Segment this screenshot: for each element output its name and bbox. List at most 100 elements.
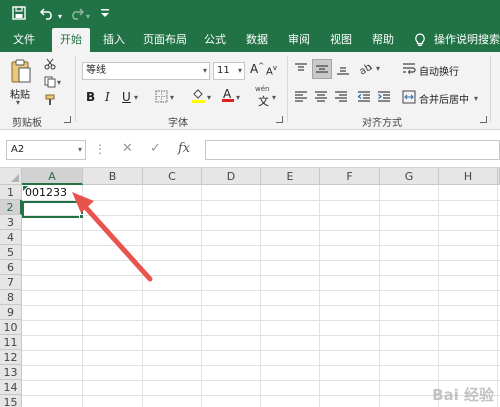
row-header-13[interactable]: 13 [0,365,22,380]
tab-data[interactable]: 数据 [240,28,274,52]
increase-indent-icon[interactable] [377,90,391,107]
tab-file[interactable]: 文件 [6,28,42,52]
tab-page-layout[interactable]: 页面布局 [138,28,192,52]
bold-icon[interactable]: B [86,90,95,104]
font-size-combo[interactable]: 11 ▾ [213,62,245,80]
font-color-dropdown-icon[interactable]: ▾ [236,93,240,102]
format-painter-icon[interactable] [44,94,56,109]
alignment-launcher-icon[interactable] [480,116,487,123]
italic-icon[interactable]: I [105,90,110,104]
row-header-8[interactable]: 8 [0,290,22,305]
tab-home[interactable]: 开始 [52,28,90,52]
undo-dropdown-icon[interactable]: ▾ [58,9,62,25]
borders-icon[interactable] [155,90,168,106]
gridline [22,335,500,336]
font-name-dropdown-icon[interactable]: ▾ [203,63,207,79]
column-header-e[interactable]: E [261,168,320,185]
row-header-9[interactable]: 9 [0,305,22,320]
bottom-align-icon[interactable] [336,62,350,79]
row-header-6[interactable]: 6 [0,260,22,275]
font-color-icon[interactable]: A [221,87,235,106]
top-align-icon[interactable] [294,62,308,79]
merge-center-label[interactable]: 合并后居中 [419,91,469,106]
group-divider [75,56,76,122]
tab-insert[interactable]: 插入 [96,28,132,52]
save-icon[interactable] [12,6,26,24]
insert-function-icon[interactable]: fx [178,142,190,156]
underline-icon[interactable]: U [122,90,131,104]
formula-bar-grip-icon[interactable]: ⋮ [94,143,106,155]
worksheet-grid[interactable]: A B C D E F G H 1 2 3 4 5 6 7 8 9 10 11 … [0,168,500,407]
decrease-indent-icon[interactable] [357,90,371,107]
customize-icon[interactable] [100,8,110,24]
fill-color-dropdown-icon[interactable]: ▾ [207,93,211,102]
name-box[interactable]: A2 ▾ [6,140,86,160]
gridline [22,365,500,366]
column-header-d[interactable]: D [202,168,261,185]
phonetic-guide-icon[interactable]: 文 [258,93,269,109]
align-right-icon[interactable] [334,90,348,107]
gridline [22,350,500,351]
group-divider [490,56,491,122]
confirm-entry-icon[interactable]: ✓ [150,142,161,156]
font-size-dropdown-icon[interactable]: ▾ [238,63,242,79]
font-launcher-icon[interactable] [276,116,283,123]
row-header-11[interactable]: 11 [0,335,22,350]
row-header-4[interactable]: 4 [0,230,22,245]
row-header-15[interactable]: 15 [0,395,22,407]
row-header-2[interactable]: 2 [0,200,22,215]
wrap-text-label[interactable]: 自动换行 [419,63,459,78]
column-header-f[interactable]: F [320,168,380,185]
font-name-combo[interactable]: 等线 ▾ [82,62,210,80]
name-box-value: A2 [11,144,25,155]
gridline [22,380,500,381]
align-center-icon[interactable] [314,90,328,107]
underline-dropdown-icon[interactable]: ▾ [134,93,138,102]
orientation-dropdown-icon[interactable]: ▾ [376,64,380,73]
paste-icon[interactable] [10,58,32,87]
phonetic-dropdown-icon[interactable]: ▾ [272,93,276,102]
row-header-14[interactable]: 14 [0,380,22,395]
tab-view[interactable]: 视图 [324,28,358,52]
paste-dropdown-icon[interactable]: ▾ [16,98,20,107]
tell-me-search[interactable]: 操作说明搜索 [434,28,500,52]
wrap-text-icon[interactable] [402,62,416,79]
middle-align-icon[interactable] [312,59,332,79]
merge-center-icon[interactable] [402,90,416,107]
redo-dropdown-icon[interactable]: ▾ [86,9,90,25]
borders-dropdown-icon[interactable]: ▾ [170,93,174,102]
gridline [22,395,500,396]
copy-icon[interactable] [44,76,56,91]
undo-icon[interactable] [39,6,56,24]
gridline [22,290,500,291]
fill-color-icon[interactable] [191,88,206,107]
align-left-icon[interactable] [294,90,308,107]
name-box-dropdown-icon[interactable]: ▾ [78,141,82,159]
column-header-h[interactable]: H [439,168,498,185]
row-header-3[interactable]: 3 [0,215,22,230]
row-header-1[interactable]: 1 [0,185,22,200]
gridline [22,305,500,306]
select-all-button[interactable] [0,168,22,185]
group-divider [287,56,288,122]
row-header-12[interactable]: 12 [0,350,22,365]
decrease-font-size-icon[interactable]: Av [266,64,277,77]
row-header-7[interactable]: 7 [0,275,22,290]
tab-formulas[interactable]: 公式 [198,28,232,52]
cut-icon[interactable] [44,58,56,73]
gridline [319,185,320,407]
increase-font-size-icon[interactable]: A^ [250,62,264,76]
clipboard-launcher-icon[interactable] [64,116,71,123]
copy-dropdown-icon[interactable]: ▾ [57,78,61,87]
row-header-10[interactable]: 10 [0,320,22,335]
orientation-icon[interactable]: ab [358,61,374,80]
row-header-5[interactable]: 5 [0,245,22,260]
formula-input[interactable] [205,140,500,160]
tab-review[interactable]: 审阅 [282,28,316,52]
ribbon-tabs: 文件 开始 插入 页面布局 公式 数据 审阅 视图 帮助 操作说明搜索 [0,28,500,52]
redo-icon[interactable] [68,6,85,24]
cancel-entry-icon[interactable]: ✕ [122,142,133,156]
merge-dropdown-icon[interactable]: ▾ [474,94,478,103]
column-header-g[interactable]: G [380,168,439,185]
tab-help[interactable]: 帮助 [366,28,400,52]
